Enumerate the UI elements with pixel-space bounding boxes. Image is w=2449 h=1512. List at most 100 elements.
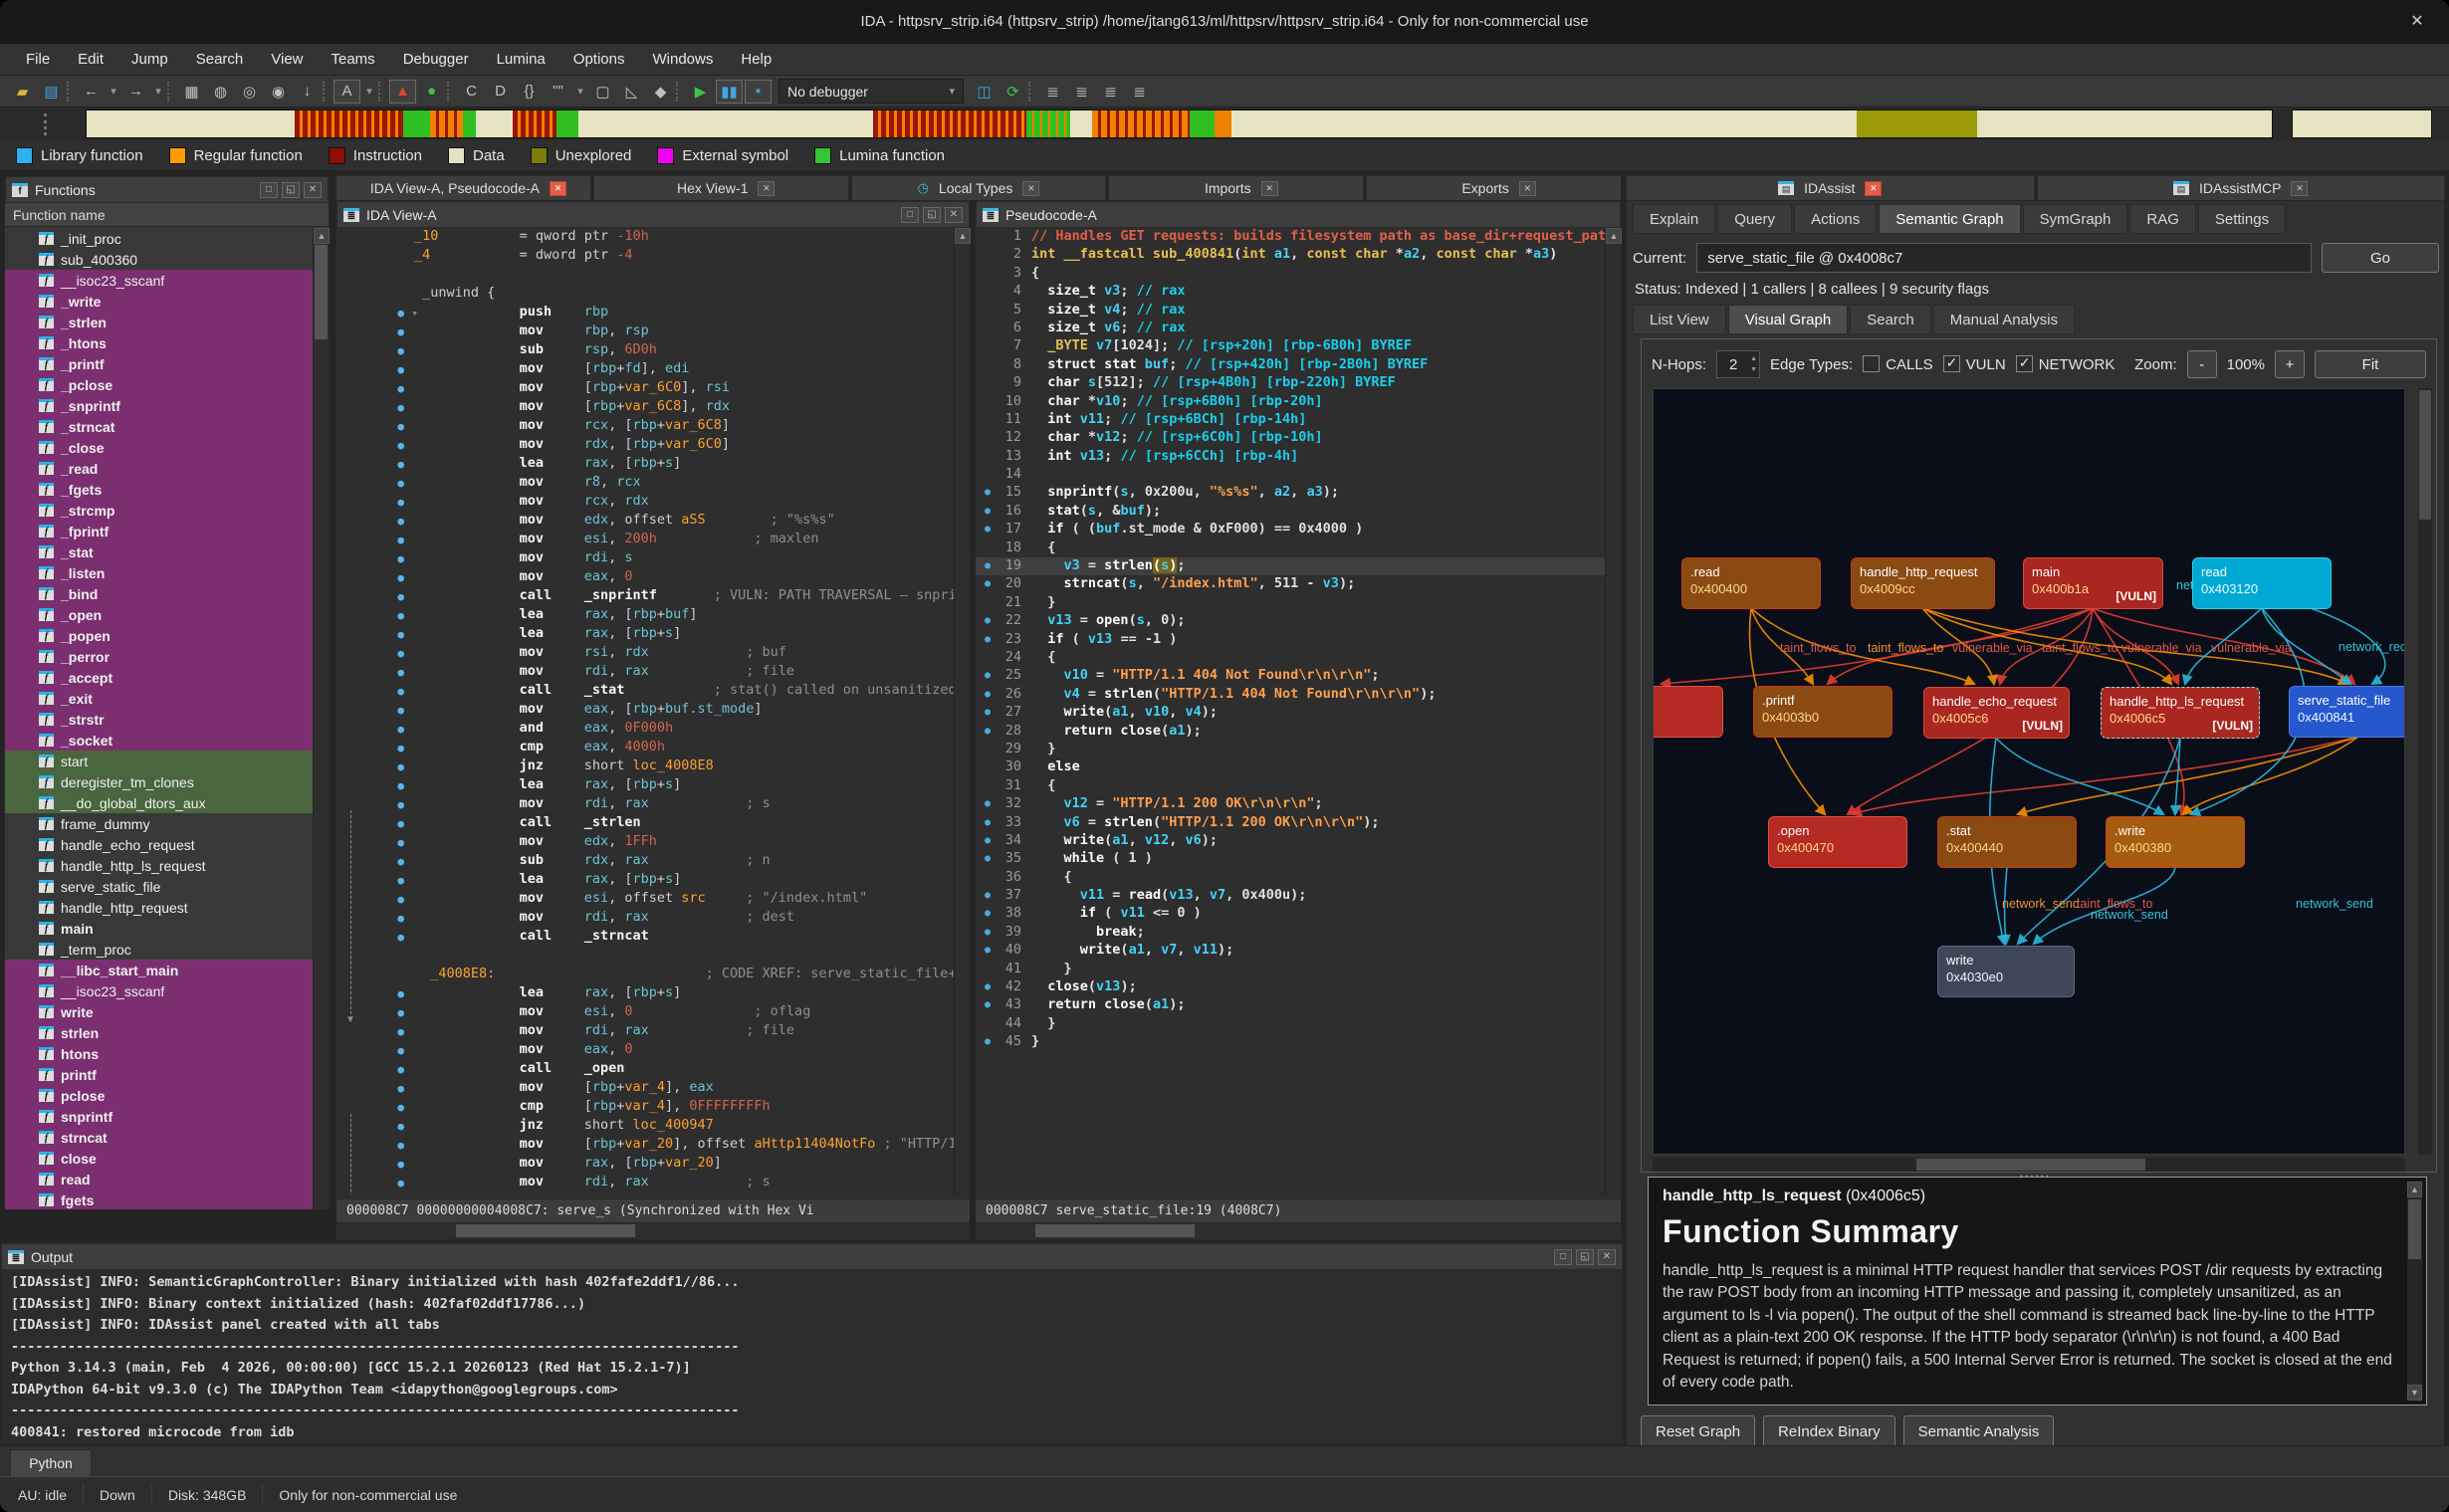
- disassembly-line[interactable]: mov rdi, rax ; file: [336, 663, 954, 682]
- breakpoint-dot[interactable]: [976, 265, 1002, 283]
- edge-type-option[interactable]: VULN: [1943, 355, 2006, 373]
- breakpoint-dot[interactable]: [336, 720, 414, 739]
- breakpoint-dot[interactable]: [336, 247, 414, 266]
- graph-node[interactable]: handle_echo_request 0x4005c6 [VULN]: [1923, 687, 2070, 739]
- function-list-item[interactable]: f _fgets: [5, 479, 313, 500]
- menu-item[interactable]: Teams: [318, 44, 389, 75]
- function-list-item[interactable]: f _exit: [5, 688, 313, 709]
- breakpoint-dot[interactable]: [336, 947, 414, 966]
- graph-action-button[interactable]: Reset Graph: [1641, 1415, 1755, 1447]
- disassembly-line[interactable]: jnz short loc_400947: [336, 1117, 954, 1136]
- pseudocode-line[interactable]: 23 if ( v13 == -1 ): [976, 631, 1605, 649]
- pseudocode-line[interactable]: 11 int v11; // [rsp+6BCh] [rbp-14h]: [976, 411, 1605, 429]
- disassembly-line[interactable]: mov eax, 0: [336, 568, 954, 587]
- disassembly-line[interactable]: mov rax, [rbp+var_20]: [336, 1155, 954, 1174]
- functions-panel-header[interactable]: f Functions □ ◱ ✕: [5, 176, 329, 203]
- pseudocode-line[interactable]: 20 strncat(s, "/index.html", 511 - v3);: [976, 575, 1605, 593]
- disassembly-line[interactable]: mov [rbp+var_4], eax: [336, 1079, 954, 1098]
- menu-item[interactable]: View: [257, 44, 317, 75]
- scroll-down-icon[interactable]: ▼: [2407, 1385, 2422, 1401]
- breakpoint-dot[interactable]: [976, 795, 1002, 813]
- breakpoint-dot[interactable]: [976, 411, 1002, 429]
- toolbar-icon[interactable]: ≣: [1068, 80, 1095, 104]
- function-list-item[interactable]: f _stat: [5, 541, 313, 562]
- menu-item[interactable]: Windows: [638, 44, 727, 75]
- disassembly-line[interactable]: and eax, 0F000h: [336, 720, 954, 739]
- breakpoint-dot[interactable]: [336, 531, 414, 549]
- function-list-item[interactable]: f __libc_start_main: [5, 960, 313, 980]
- breakpoint-dot[interactable]: [336, 417, 414, 436]
- disasm-vscrollbar[interactable]: ▲: [954, 228, 970, 1194]
- toolbar-icon[interactable]: [676, 82, 685, 102]
- pseudocode-line[interactable]: 19 v3 = strlen(s);: [976, 557, 1605, 575]
- breakpoint-dot[interactable]: [976, 961, 1002, 978]
- breakpoint-dot[interactable]: [336, 1003, 414, 1022]
- function-list-item[interactable]: f _accept: [5, 667, 313, 688]
- function-list-item[interactable]: f snprintf: [5, 1106, 313, 1127]
- breakpoint-dot[interactable]: [976, 356, 1002, 374]
- function-list-item[interactable]: f htons: [5, 1043, 313, 1064]
- pseudocode-line[interactable]: 14: [976, 466, 1605, 484]
- breakpoint-dot[interactable]: [976, 484, 1002, 502]
- function-list-item[interactable]: f fgets: [5, 1189, 313, 1209]
- breakpoint-dot[interactable]: [336, 587, 414, 606]
- checkbox[interactable]: [1863, 355, 1880, 372]
- breakpoint-dot[interactable]: [976, 429, 1002, 447]
- idassist-subtab[interactable]: Actions: [1794, 204, 1877, 234]
- disassembly-line[interactable]: mov rdi, rax ; s: [336, 1174, 954, 1192]
- breakpoint-dot[interactable]: [976, 337, 1002, 355]
- toolbar-icon[interactable]: ▤: [38, 80, 65, 104]
- pseudocode-vscrollbar[interactable]: ▲: [1605, 228, 1621, 1194]
- disassembly-line[interactable]: mov rdi, rax ; dest: [336, 909, 954, 928]
- output-header[interactable]: ≣ Output □ ◱ ✕: [1, 1243, 1623, 1270]
- breakpoint-dot[interactable]: [336, 474, 414, 493]
- pseudocode-line[interactable]: 36 {: [976, 869, 1605, 887]
- breakpoint-dot[interactable]: [336, 757, 414, 776]
- disassembly-line[interactable]: mov [rbp+var_20], offset aHttp11404NotFo…: [336, 1136, 954, 1155]
- function-list-item[interactable]: f close: [5, 1148, 313, 1169]
- graph-action-button[interactable]: ReIndex Binary: [1763, 1415, 1895, 1447]
- function-list-item[interactable]: f sub_400360: [5, 249, 313, 270]
- disassembly-line[interactable]: mov rcx, [rbp+var_20]: [336, 1192, 954, 1194]
- function-list-item[interactable]: f frame_dummy: [5, 813, 313, 834]
- breakpoint-dot[interactable]: [976, 869, 1002, 887]
- function-list-item[interactable]: f _socket: [5, 730, 313, 751]
- pseudocode-line[interactable]: 41 }: [976, 961, 1605, 978]
- pseudocode-line[interactable]: 10 char *v10; // [rsp+6B0h] [rbp-20h]: [976, 393, 1605, 411]
- function-list-item[interactable]: f _perror: [5, 646, 313, 667]
- toolbar-icon[interactable]: [67, 82, 76, 102]
- menu-item[interactable]: Debugger: [389, 44, 483, 75]
- scrollbar-thumb[interactable]: [315, 245, 328, 339]
- breakpoint-dot[interactable]: [336, 549, 414, 568]
- breakpoint-dot[interactable]: [336, 341, 414, 360]
- pseudocode-line[interactable]: 30 else: [976, 758, 1605, 776]
- function-list-item[interactable]: f write: [5, 1001, 313, 1022]
- nhops-spinner[interactable]: 2 ▲▼: [1716, 350, 1760, 378]
- breakpoint-dot[interactable]: [336, 398, 414, 417]
- pseudocode-line[interactable]: 4 size_t v3; // rax: [976, 283, 1605, 301]
- toolbar-icon[interactable]: ≣: [1126, 80, 1153, 104]
- disassembly-line[interactable]: call _snprintf ; VULN: PATH TRAVERSAL — …: [336, 587, 954, 606]
- pseudocode-line[interactable]: 45 }: [976, 1033, 1605, 1051]
- breakpoint-dot[interactable]: [336, 739, 414, 757]
- scroll-up-icon[interactable]: ▲: [955, 228, 971, 244]
- disassembly-line[interactable]: mov esi, offset src ; "/index.html": [336, 890, 954, 909]
- function-list-item[interactable]: f printf: [5, 1064, 313, 1085]
- call-graph-canvas[interactable]: .read 0x400400 handle_http_request 0x400…: [1653, 388, 2405, 1155]
- toolbar-icon[interactable]: [378, 82, 387, 102]
- function-list-item[interactable]: f _pclose: [5, 374, 313, 395]
- toolbar-icon[interactable]: ▶: [687, 80, 714, 104]
- maximize-icon[interactable]: ◱: [282, 182, 300, 198]
- disassembly-line[interactable]: call _strlen: [336, 814, 954, 833]
- breakpoint-dot[interactable]: [976, 1033, 1002, 1051]
- output-log[interactable]: [IDAssist] INFO: SemanticGraphController…: [1, 1270, 1623, 1444]
- disassembly-line[interactable]: cmp [rbp+var_4], 0FFFFFFFFh: [336, 1098, 954, 1117]
- breakpoint-dot[interactable]: [976, 393, 1002, 411]
- function-list-item[interactable]: f serve_static_file: [5, 876, 313, 897]
- disassembly-line[interactable]: _4 = dword ptr -4: [336, 247, 954, 266]
- pseudocode-line[interactable]: 1 // Handles GET requests: builds filesy…: [976, 228, 1605, 246]
- pseudocode-line[interactable]: 5 size_t v4; // rax: [976, 302, 1605, 320]
- breakpoint-dot[interactable]: [336, 1155, 414, 1174]
- breakpoint-dot[interactable]: [336, 493, 414, 512]
- menu-item[interactable]: Help: [727, 44, 785, 75]
